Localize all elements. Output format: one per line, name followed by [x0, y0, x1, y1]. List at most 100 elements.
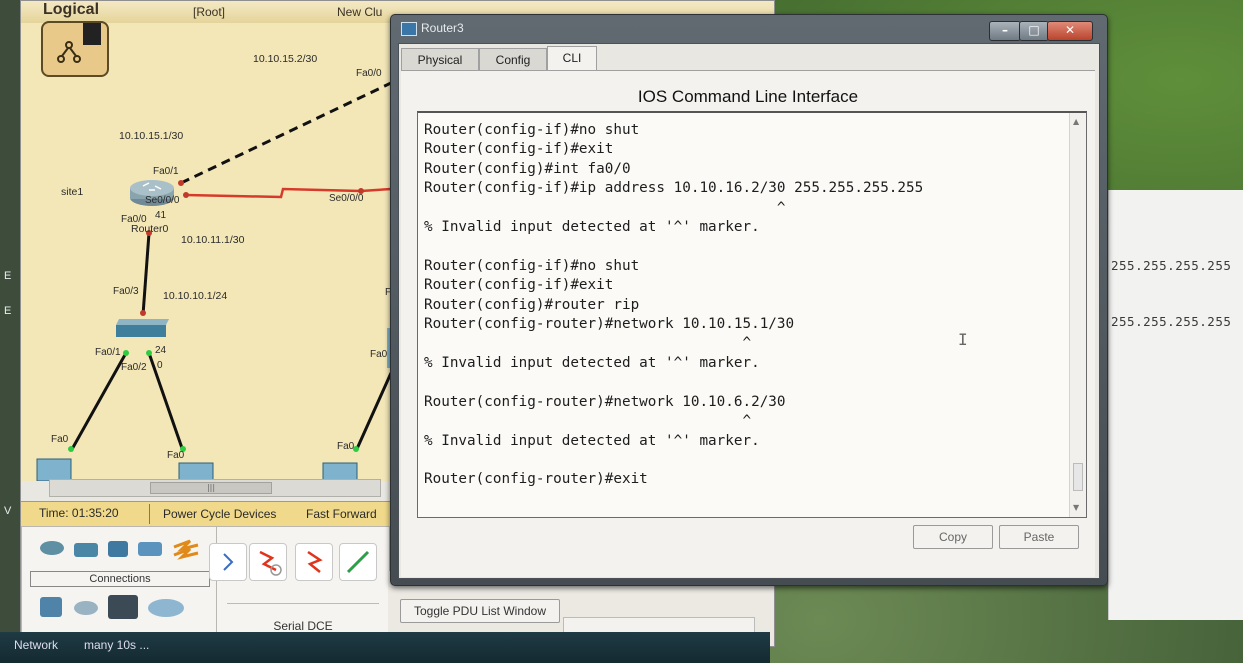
port-label: Fa0: [167, 450, 185, 461]
device-type-panel: Connections: [21, 526, 218, 638]
tab-config[interactable]: Config: [479, 48, 547, 71]
port-label: 41: [155, 210, 167, 221]
crossover-cable-icon: [346, 550, 370, 574]
port-status-dot: [68, 446, 74, 452]
port-label: Fa0/1: [153, 166, 179, 177]
port-label: Fa0/3: [113, 286, 139, 297]
security-category-icon[interactable]: [74, 601, 98, 615]
logical-mode-label[interactable]: Logical: [43, 1, 99, 19]
window-title: Router3: [421, 21, 464, 35]
link-switch-pc2: [147, 352, 185, 452]
taskbar-item[interactable]: many 10s ...: [84, 638, 149, 652]
router3-window[interactable]: Router3 – □ ✕ Physical Config CLI IOS Co…: [390, 14, 1108, 586]
port-status-dot: [146, 350, 152, 356]
realtime-bar: Time: 01:35:20 Power Cycle Devices Fast …: [21, 501, 391, 527]
serial-dce-icon: [307, 550, 323, 573]
toggle-pdu-list-button[interactable]: Toggle PDU List Window: [400, 599, 560, 623]
pc-icon: [36, 458, 72, 481]
ip-label: 10.10.11.1/30: [181, 234, 245, 246]
topology-links: [36, 81, 391, 481]
connection-option[interactable]: [249, 543, 287, 581]
tab-physical[interactable]: Physical: [401, 48, 479, 71]
custom-devices-icon[interactable]: [148, 599, 184, 617]
site-label: site1: [61, 186, 84, 198]
routers-category-icon[interactable]: [40, 541, 64, 555]
close-button[interactable]: ✕: [1047, 21, 1093, 41]
port-status-dot: [183, 192, 189, 198]
taskbar-item[interactable]: Network: [14, 638, 58, 652]
navigation-icon[interactable]: [41, 21, 109, 77]
wireless-category-icon[interactable]: [138, 542, 162, 556]
ip-label: 10.10.15.1/30: [119, 130, 184, 142]
connection-option[interactable]: [209, 543, 247, 581]
connections-scrollbar[interactable]: [227, 603, 379, 616]
cli-vertical-scrollbar[interactable]: ▲ ▼: [1069, 113, 1086, 517]
paste-button[interactable]: Paste: [999, 525, 1079, 549]
router-name-label: Router0: [131, 223, 169, 235]
pdu-scrollbar[interactable]: [563, 617, 755, 633]
time-label: Time: 01:35:20: [39, 506, 119, 520]
port-label: Se0/0/0: [145, 195, 180, 206]
scroll-up-icon[interactable]: ▲: [1073, 117, 1079, 126]
connection-option[interactable]: [339, 543, 377, 581]
tab-cli[interactable]: CLI: [547, 46, 597, 71]
cli-output: Router(config-if)#no shut Router(config-…: [424, 122, 924, 488]
text-cursor-icon: I: [958, 330, 968, 349]
cli-console[interactable]: Router(config-if)#no shut Router(config-…: [417, 111, 1087, 518]
strip-letter: E: [4, 305, 12, 317]
window-app-icon: [401, 22, 417, 36]
topology-canvas[interactable]: 10.10.15.2/30 Fa0/0 10.10.15.1/30 Fa0/1 …: [21, 23, 391, 481]
minimize-button[interactable]: –: [989, 21, 1021, 41]
desktop-left-strip: E E V: [0, 0, 20, 663]
selected-connection-label: Serial DCE: [273, 619, 333, 633]
topology-nav-icon: [57, 41, 81, 63]
ip-label: 10.10.15.2/30: [253, 53, 318, 65]
port-status-dot: [123, 350, 129, 356]
link-router-dashed: [180, 81, 391, 185]
scrollbar-thumb[interactable]: |||: [150, 482, 272, 494]
switch-icon: [116, 319, 169, 337]
port-status-dot: [140, 310, 146, 316]
connection-types-panel: Serial DCE: [209, 526, 390, 638]
background-window-text: 255.255.255.255: [1111, 314, 1232, 329]
cli-heading: IOS Command Line Interface: [637, 87, 859, 106]
link-pc3: [354, 372, 391, 452]
canvas-horizontal-scrollbar[interactable]: |||: [49, 479, 381, 497]
background-window[interactable]: [1108, 190, 1243, 620]
serial-dte-icon: [259, 550, 282, 576]
wan-emulation-icon[interactable]: [108, 595, 138, 619]
scroll-down-icon[interactable]: ▼: [1073, 503, 1079, 512]
router-window-body: Physical Config CLI IOS Command Line Int…: [398, 43, 1100, 579]
port-label: Fa0: [51, 434, 69, 445]
fast-forward-button[interactable]: Fast Forward: [306, 507, 377, 521]
end-devices-category-icon[interactable]: [40, 597, 62, 617]
port-label: Fa0/1: [95, 347, 121, 358]
strip-letter: V: [4, 505, 12, 517]
connection-option[interactable]: [295, 543, 333, 581]
port-label: Fa0/0: [356, 68, 382, 79]
maximize-button[interactable]: □: [1019, 21, 1049, 41]
power-cycle-button[interactable]: Power Cycle Devices: [163, 507, 276, 521]
scrollbar-thumb[interactable]: [1073, 463, 1083, 491]
ip-label: 10.10.10.1/24: [163, 290, 228, 302]
port-label: Fa0: [337, 441, 355, 452]
connections-category-icon[interactable]: [172, 537, 200, 561]
link-switch-pc1: [69, 352, 128, 452]
root-label[interactable]: [Root]: [193, 5, 225, 19]
strip-letter: E: [4, 270, 12, 282]
new-cluster-button[interactable]: New Clu: [337, 5, 382, 19]
divider: [149, 504, 150, 524]
hubs-category-icon[interactable]: [108, 541, 128, 557]
switches-category-icon[interactable]: [74, 543, 98, 557]
cli-tab-content: IOS Command Line Interface Router(config…: [401, 70, 1095, 577]
link-router-switch: [141, 232, 151, 316]
copy-button[interactable]: Copy: [913, 525, 993, 549]
port-label: Fa0/2: [121, 362, 147, 373]
port-label: 0: [157, 360, 163, 371]
window-controls: – □ ✕: [989, 21, 1099, 41]
port-label: Se0/0/0: [329, 193, 364, 204]
cable-icon: [223, 553, 234, 571]
port-label: 24: [155, 345, 167, 356]
port-status-dot: [178, 180, 184, 186]
tab-bar: Physical Config CLI: [401, 46, 1097, 71]
